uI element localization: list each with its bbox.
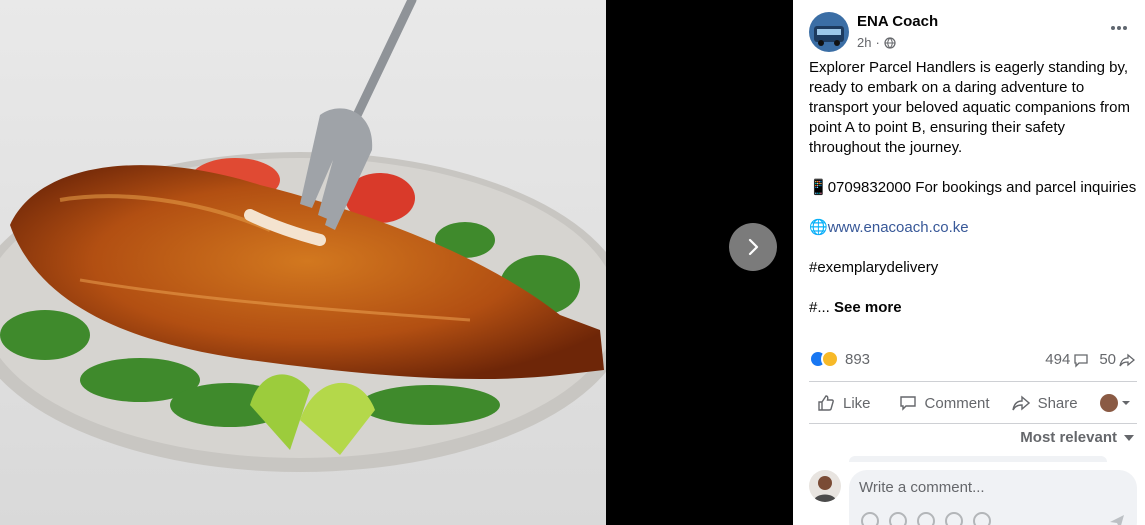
comment-button[interactable]: Comment bbox=[899, 394, 990, 412]
avatar-sticker-icon[interactable] bbox=[861, 512, 879, 525]
website-line: 🌐www.enacoach.co.ke bbox=[809, 218, 1139, 238]
emoji-icon[interactable] bbox=[889, 512, 907, 525]
bus-logo-image bbox=[809, 12, 849, 52]
website-link[interactable]: www.enacoach.co.ke bbox=[828, 219, 969, 236]
grilled-fish-image bbox=[0, 0, 606, 525]
more-options-button[interactable] bbox=[1109, 18, 1129, 38]
comment-sort-dropdown[interactable]: Most relevant bbox=[1020, 429, 1135, 446]
camera-icon[interactable] bbox=[917, 512, 935, 525]
sticker-icon[interactable] bbox=[973, 512, 991, 525]
haha-reaction-icon bbox=[821, 350, 839, 368]
post-photo[interactable] bbox=[0, 0, 606, 525]
comment-icon bbox=[899, 396, 916, 411]
caret-down-icon bbox=[1124, 434, 1134, 441]
composer-tools bbox=[861, 512, 991, 525]
post-meta: 2h · bbox=[857, 35, 896, 50]
profile-avatar-small bbox=[1099, 394, 1118, 412]
comment-composer bbox=[849, 470, 1137, 525]
commenter-avatar[interactable] bbox=[809, 470, 841, 502]
divider bbox=[809, 423, 1137, 424]
share-button[interactable]: Share bbox=[1011, 394, 1078, 412]
see-more-link[interactable]: See more bbox=[834, 299, 902, 316]
post-panel: ENA Coach 2h · Explorer Parcel Handlers … bbox=[793, 0, 1145, 525]
gif-icon[interactable] bbox=[945, 512, 963, 525]
share-icon bbox=[1011, 395, 1030, 411]
share-arrow-icon bbox=[1119, 353, 1135, 366]
comment-count[interactable]: 494 bbox=[1045, 351, 1089, 368]
comment-preview bbox=[849, 456, 1107, 462]
chevron-right-icon bbox=[748, 238, 759, 256]
truncated-line: #... See more bbox=[809, 299, 902, 316]
divider bbox=[809, 381, 1137, 382]
globe-icon bbox=[884, 36, 896, 49]
send-icon[interactable] bbox=[1109, 514, 1125, 525]
ellipsis-icon bbox=[1111, 26, 1127, 30]
post-body: Explorer Parcel Handlers is eagerly stan… bbox=[809, 58, 1139, 318]
share-count[interactable]: 50 bbox=[1099, 351, 1135, 368]
phone-line: 📱0709832000 For bookings and parcel inqu… bbox=[809, 179, 1137, 196]
hashtag-link[interactable]: #exemplarydelivery bbox=[809, 258, 1139, 278]
post-actions: Like Comment Share bbox=[809, 384, 1145, 422]
comment-bubble-icon bbox=[1074, 353, 1088, 368]
comment-input[interactable] bbox=[859, 479, 1129, 496]
next-photo-button[interactable] bbox=[729, 223, 777, 271]
caret-down-icon bbox=[1121, 401, 1130, 405]
post-paragraph: Explorer Parcel Handlers is eagerly stan… bbox=[809, 59, 1131, 156]
media-viewer bbox=[0, 0, 793, 525]
phone-icon: 📱 bbox=[809, 179, 828, 196]
post-time[interactable]: 2h bbox=[857, 35, 871, 50]
user-photo-image bbox=[809, 470, 841, 502]
globe-emoji-icon: 🌐 bbox=[809, 219, 828, 236]
reaction-summary[interactable]: 893 bbox=[809, 350, 870, 368]
page-name[interactable]: ENA Coach bbox=[857, 13, 938, 30]
thumbs-up-icon bbox=[818, 395, 834, 411]
reaction-profile-selector[interactable] bbox=[1099, 394, 1131, 412]
reaction-count: 893 bbox=[845, 350, 871, 368]
page-avatar[interactable] bbox=[809, 12, 849, 52]
engagement-counts: 494 50 bbox=[1045, 351, 1135, 368]
like-button[interactable]: Like bbox=[817, 394, 871, 412]
